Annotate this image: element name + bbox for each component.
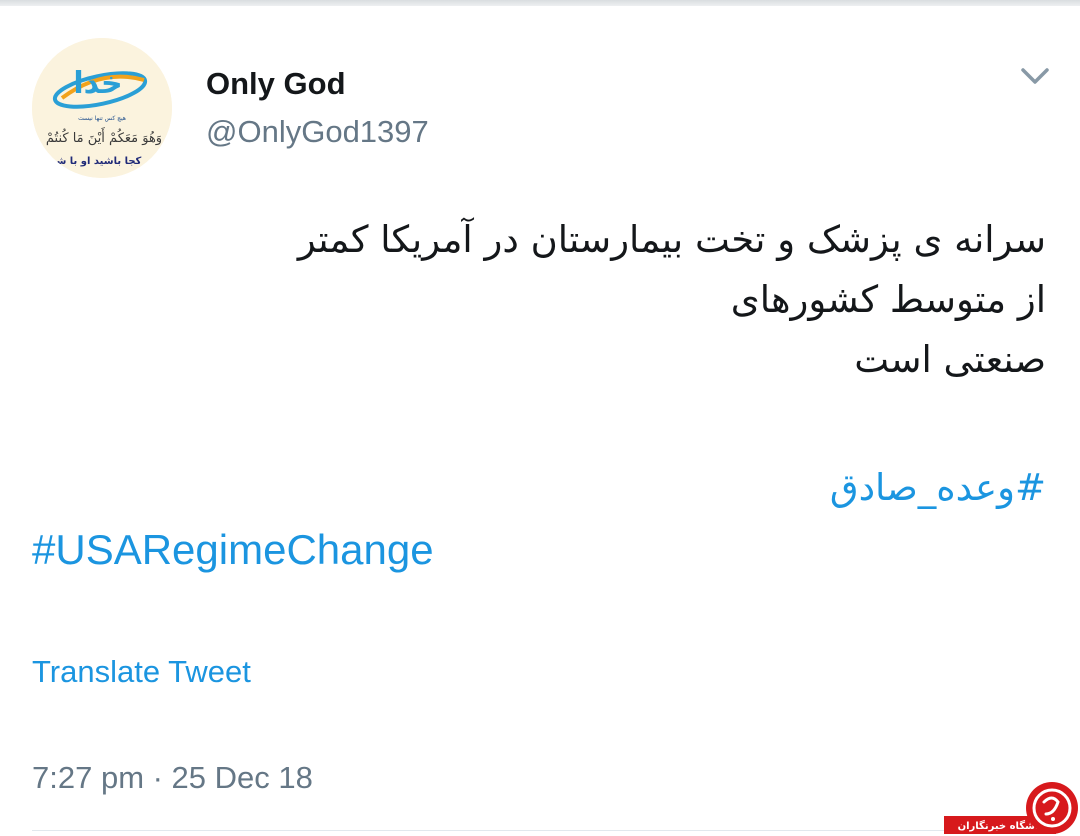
bottom-divider <box>32 830 1048 831</box>
tweet-text-line: سرانه ی پزشک و تخت بیمارستان در آمریکا ک… <box>297 218 1046 261</box>
user-handle[interactable]: @OnlyGod1397 <box>206 114 429 150</box>
avatar-logo-text: خدا <box>73 66 122 101</box>
display-name[interactable]: Only God <box>206 66 346 102</box>
avatar-logo: خدا هیچ کس تنها نیست وَهُوَ مَعَكُمْ أَي… <box>32 38 172 178</box>
avatar[interactable]: خدا هیچ کس تنها نیست وَهُوَ مَعَكُمْ أَي… <box>32 38 172 178</box>
hashtag-link[interactable]: #USARegimeChange <box>32 522 434 578</box>
tweet-text: سرانه ی پزشک و تخت بیمارستان در آمریکا ک… <box>146 210 1046 390</box>
watermark-logo: باشگاه خبرنگاران <box>944 780 1080 836</box>
avatar-caption: هر کجا باشید او با شما <box>46 156 158 167</box>
hashtag-link[interactable]: #وعده_صادق <box>830 458 1046 518</box>
top-divider <box>0 0 1080 6</box>
chevron-down-icon[interactable] <box>1016 60 1054 92</box>
tweet-timestamp[interactable]: 7:27 pm · 25 Dec 18 <box>32 760 313 796</box>
tweet-text-line: صنعتی است <box>854 338 1046 381</box>
avatar-tagline: هیچ کس تنها نیست <box>78 115 126 122</box>
tweet-text-line: از متوسط کشورهای <box>730 278 1046 321</box>
translate-tweet-link[interactable]: Translate Tweet <box>32 654 251 690</box>
tweet-detail-page: خدا هیچ کس تنها نیست وَهُوَ مَعَكُمْ أَي… <box>0 0 1080 836</box>
